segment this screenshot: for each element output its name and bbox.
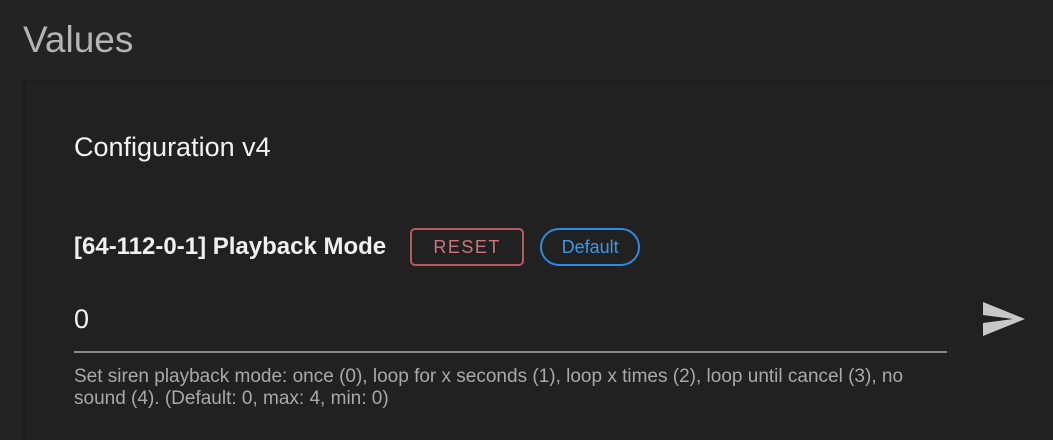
send-icon <box>983 302 1025 336</box>
value-header: [64-112-0-1] Playback Mode RESET Default <box>74 227 641 267</box>
reset-button[interactable]: RESET <box>410 228 525 266</box>
values-page: Values Configuration v4 [64-112-0-1] Pla… <box>0 0 1053 440</box>
value-input-field <box>74 297 947 353</box>
value-label: [64-112-0-1] Playback Mode <box>74 233 387 260</box>
value-input[interactable] <box>74 297 947 341</box>
values-panel: Configuration v4 [64-112-0-1] Playback M… <box>24 81 1053 440</box>
help-text: Set siren playback mode: once (0), loop … <box>74 366 904 409</box>
group-title: Configuration v4 <box>74 132 271 162</box>
default-badge: Default <box>540 228 641 266</box>
send-button[interactable] <box>980 299 1028 339</box>
section-title: Values <box>23 19 134 60</box>
